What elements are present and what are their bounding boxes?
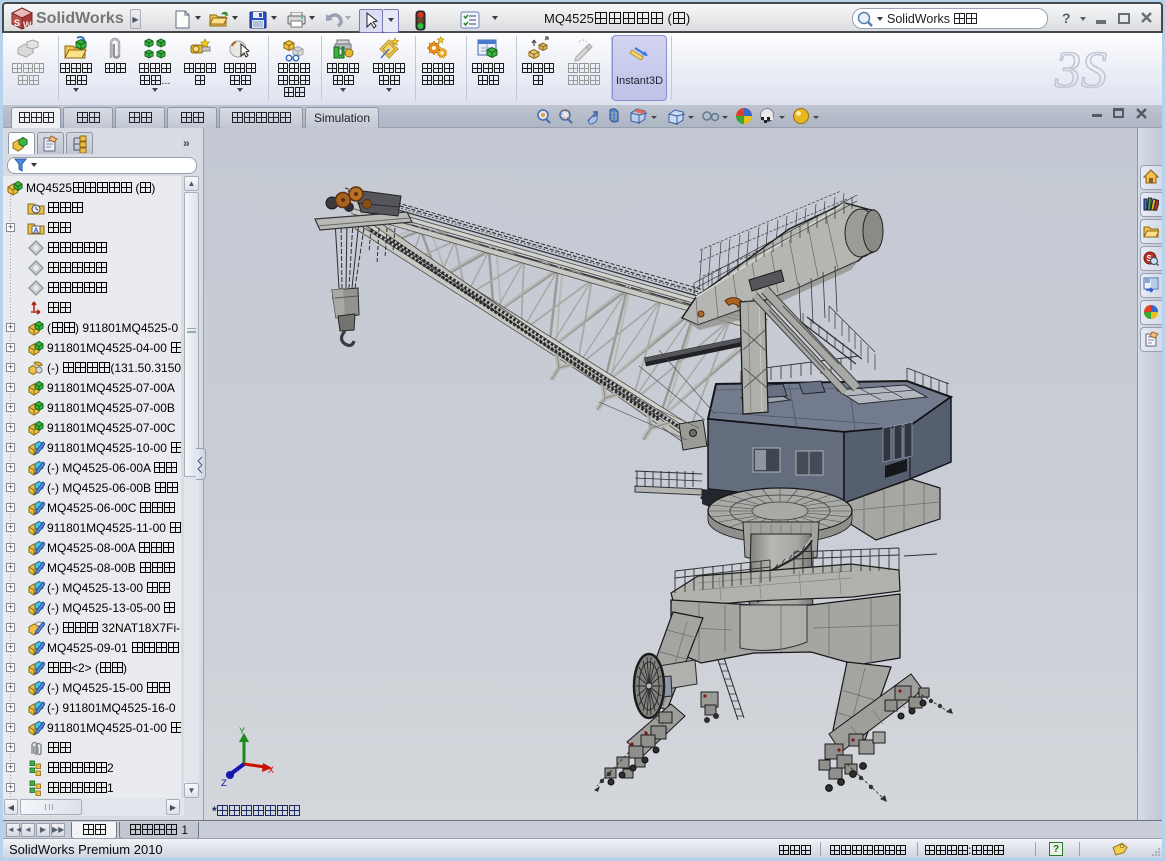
svg-text:Y: Y [239,727,245,738]
svg-text:S: S [14,18,20,28]
svg-text:Z: Z [221,779,227,790]
svg-text:3S: 3S [1054,42,1107,99]
svg-text:X: X [268,766,274,777]
svg-text:A: A [34,228,39,235]
svg-text:W: W [23,20,32,30]
